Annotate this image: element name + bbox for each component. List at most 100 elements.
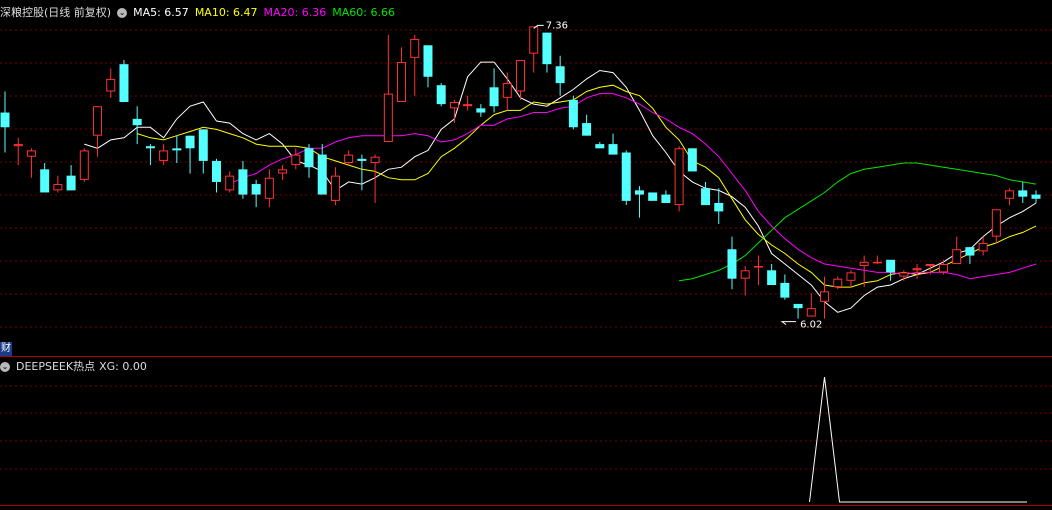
candle-body-29: [383, 93, 393, 142]
candle-body-25: [330, 175, 340, 201]
candle-body-22: [291, 154, 301, 166]
candle-body-4: [53, 184, 63, 191]
candle-51: [674, 146, 684, 212]
candle-body-18: [238, 169, 248, 195]
candle-body-27: [357, 158, 367, 161]
candle-31: [410, 34, 420, 96]
candle-body-61: [806, 308, 816, 317]
candle-body-63: [833, 278, 843, 288]
candle-41: [542, 32, 552, 73]
candle-16: [211, 158, 221, 193]
candle-body-55: [727, 249, 737, 279]
candle-52: [687, 148, 697, 172]
candle-body-72: [952, 249, 962, 264]
candle-body-33: [436, 85, 446, 105]
candle-20: [264, 169, 274, 208]
candle-body-68: [899, 272, 909, 277]
candle-43: [568, 95, 578, 130]
candle-35: [463, 95, 473, 111]
ma60-label: MA60: 6.66: [332, 6, 395, 19]
candle-body-69: [912, 268, 922, 271]
candle-body-49: [648, 192, 658, 201]
candle-body-38: [502, 83, 512, 98]
candle-42: [555, 55, 565, 96]
indicator-signal: [809, 376, 1027, 503]
indicator-xg-value: XG: 0.00: [99, 360, 147, 373]
candle-6: [79, 148, 89, 182]
candle-17: [225, 171, 235, 193]
candle-body-39: [516, 59, 525, 92]
candle-body-26: [344, 154, 354, 164]
candle-body-8: [106, 78, 116, 92]
candle-53: [701, 181, 711, 206]
candle-13: [172, 135, 182, 164]
candle-1: [13, 137, 23, 166]
candle-body-37: [489, 87, 499, 107]
candle-body-24: [317, 154, 327, 195]
candle-body-70: [925, 263, 935, 267]
candle-body-30: [397, 62, 407, 103]
low-pointer: [780, 321, 797, 326]
stock-title: 深粮控股(日线 前复权): [0, 6, 112, 19]
candle-64: [846, 270, 856, 288]
candle-body-14: [185, 135, 195, 149]
candle-69: [912, 263, 922, 279]
candle-body-44: [582, 123, 592, 136]
candle-21: [278, 165, 288, 180]
candle-61: [806, 293, 816, 317]
candle-9: [119, 59, 129, 103]
candle-54: [714, 188, 724, 225]
candle-36: [476, 104, 486, 117]
candle-body-21: [278, 169, 288, 174]
indicator-settings-icon[interactable]: ⌄: [0, 362, 10, 372]
candle-body-2: [26, 150, 36, 157]
candle-46: [608, 133, 618, 155]
ma20-line: [229, 93, 1037, 280]
candle-body-1: [13, 144, 23, 147]
candle-23: [304, 144, 314, 178]
candle-4: [53, 175, 63, 193]
settings-circle-icon[interactable]: ⌄: [117, 8, 128, 18]
candle-body-64: [846, 272, 856, 281]
candle-body-65: [859, 261, 869, 267]
candle-19: [251, 179, 261, 208]
candle-55: [727, 236, 737, 290]
candle-body-76: [1005, 190, 1015, 199]
candle-30: [397, 47, 407, 103]
candles: [0, 26, 1041, 319]
candle-8: [106, 68, 116, 98]
candle-75: [991, 209, 1001, 243]
candle-body-5: [66, 175, 76, 191]
candle-56: [740, 266, 750, 296]
candle-body-10: [132, 118, 142, 126]
candle-body-52: [687, 148, 697, 172]
candle-77: [1018, 181, 1028, 203]
ma20-label: MA20: 6.36: [263, 6, 327, 19]
candle-72: [952, 236, 962, 264]
candle-33: [436, 83, 446, 107]
candle-body-40: [529, 26, 539, 54]
candle-body-57: [753, 266, 763, 268]
candle-48: [634, 186, 644, 218]
low-price-label: 6.02: [800, 320, 822, 331]
candle-25: [330, 167, 340, 206]
candle-5: [66, 165, 76, 191]
candle-body-6: [79, 150, 89, 180]
candle-2: [26, 148, 36, 178]
candle-body-71: [938, 263, 948, 273]
candle-body-56: [740, 270, 750, 279]
ma10-label: MA10: 6.47: [194, 6, 258, 19]
candle-10: [132, 106, 142, 145]
candle-body-16: [211, 160, 221, 182]
candle-27: [357, 154, 367, 191]
candle-body-11: [145, 146, 155, 149]
candle-body-28: [370, 156, 380, 164]
candle-26: [344, 150, 354, 166]
candle-body-53: [701, 188, 711, 206]
candle-45: [595, 141, 605, 149]
finance-badge[interactable]: 财: [0, 342, 12, 356]
candle-37: [489, 68, 499, 113]
candle-32: [423, 45, 433, 88]
candle-body-9: [119, 64, 129, 103]
candle-18: [238, 160, 248, 199]
